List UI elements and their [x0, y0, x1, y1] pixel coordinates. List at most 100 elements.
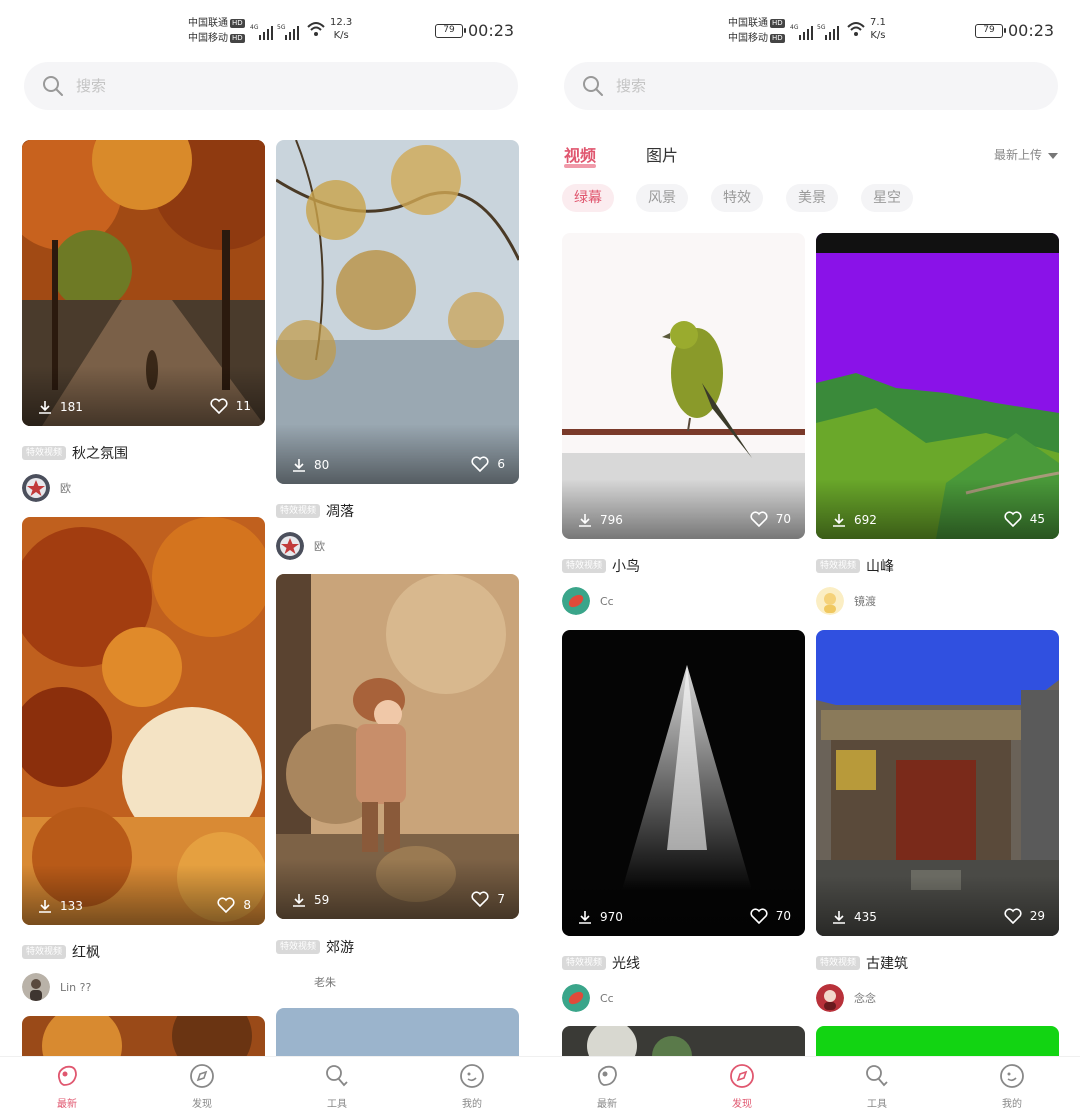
- avatar[interactable]: [562, 984, 590, 1012]
- signal-icon: 4G 5G: [250, 24, 299, 40]
- like-count-value: 8: [243, 898, 251, 912]
- nav-label: 工具: [327, 1099, 347, 1110]
- heart-icon[interactable]: [471, 891, 489, 907]
- heart-icon[interactable]: [750, 511, 768, 527]
- heart-icon[interactable]: [217, 897, 235, 913]
- hd-badge: HD: [770, 18, 785, 28]
- heart-icon[interactable]: [1004, 511, 1022, 527]
- card-title: 山峰: [866, 558, 895, 575]
- bean-icon: [597, 1065, 617, 1086]
- like-count[interactable]: 70: [750, 908, 791, 924]
- card-thumbnail[interactable]: 181 11: [22, 140, 265, 426]
- chip-beautiful-view[interactable]: 美景: [786, 184, 838, 212]
- like-count[interactable]: 29: [1004, 908, 1045, 924]
- heart-icon[interactable]: [210, 398, 228, 414]
- hd-badge: HD: [230, 18, 245, 28]
- thumbnail-shade: [562, 479, 805, 539]
- avatar[interactable]: [22, 973, 50, 1001]
- card-thumbnail[interactable]: 692 45: [816, 233, 1059, 539]
- avatar[interactable]: [816, 587, 844, 615]
- card-author[interactable]: 念念: [816, 984, 876, 1012]
- like-count[interactable]: 8: [217, 897, 251, 913]
- card-thumbnail[interactable]: 796 70: [562, 233, 805, 539]
- compass-icon: [190, 1064, 214, 1088]
- tools-icon: [326, 1065, 348, 1087]
- download-icon: [293, 894, 305, 907]
- nav-discover[interactable]: 发现: [162, 1063, 242, 1110]
- like-count[interactable]: 7: [471, 891, 505, 907]
- battery-icon: 79: [435, 24, 466, 38]
- sort-dropdown[interactable]: 最新上传: [994, 146, 1058, 163]
- like-count[interactable]: 11: [210, 398, 251, 414]
- tab-images[interactable]: 图片: [646, 142, 678, 166]
- card-thumbnail[interactable]: 435 29: [816, 630, 1059, 936]
- profile-icon: [1000, 1064, 1024, 1088]
- nav-tools[interactable]: 工具: [837, 1063, 917, 1110]
- card-thumbnail[interactable]: 80 6: [276, 140, 519, 484]
- nav-latest[interactable]: 最新: [27, 1063, 107, 1110]
- download-count-value: 435: [854, 910, 877, 924]
- status-bar: 中国联通 HD 中国移动 HD 4G 5G 12.3 K/s 79 00:23: [0, 14, 540, 50]
- nav-tools[interactable]: 工具: [297, 1063, 377, 1110]
- carrier-info: 中国联通 HD 中国移动 HD: [188, 16, 245, 46]
- card-thumbnail[interactable]: 59 7: [276, 574, 519, 919]
- card-title: 红枫: [72, 944, 101, 961]
- tab-video[interactable]: 视频: [564, 142, 596, 168]
- heart-icon[interactable]: [750, 908, 768, 924]
- card-author[interactable]: Lin ??: [22, 973, 91, 1001]
- thumbnail-shade: [22, 865, 265, 925]
- nav-latest[interactable]: 最新: [567, 1063, 647, 1110]
- avatar[interactable]: [22, 474, 50, 502]
- hd-badge: HD: [230, 33, 245, 43]
- avatar[interactable]: [276, 968, 304, 996]
- download-icon: [579, 911, 591, 924]
- thumbnail-shade: [22, 366, 265, 426]
- card-author[interactable]: 欧: [276, 532, 325, 560]
- heart-icon[interactable]: [471, 456, 489, 472]
- search-bar[interactable]: [24, 62, 518, 110]
- bottom-navigation: 最新 发现 工具 我的: [0, 1056, 540, 1114]
- search-input[interactable]: [616, 74, 1016, 98]
- thumbnail-shade: [276, 859, 519, 919]
- card-badge: 特效视频: [22, 445, 67, 460]
- wifi-icon: [847, 22, 865, 36]
- heart-icon[interactable]: [1004, 908, 1022, 924]
- chevron-down-icon: [1048, 152, 1058, 159]
- download-icon: [39, 900, 51, 913]
- avatar[interactable]: [562, 587, 590, 615]
- chip-green-screen[interactable]: 绿幕: [562, 184, 614, 212]
- network-speed-unit: K/s: [333, 30, 349, 41]
- nav-discover[interactable]: 发现: [702, 1063, 782, 1110]
- card-badge: 特效视频: [816, 955, 861, 970]
- card-meta: 特效视频 光线 Cc: [562, 952, 805, 1012]
- card-author[interactable]: 老朱: [276, 968, 336, 996]
- phone-screen-latest: 中国联通HD 中国移动HD 4G 5G 12.3 K/s 79 00:23: [0, 0, 540, 1114]
- chip-scenery[interactable]: 风景: [636, 184, 688, 212]
- author-name: 老朱: [314, 976, 336, 989]
- author-name: Lin ??: [60, 980, 92, 994]
- card-badge: 特效视频: [816, 558, 861, 573]
- card-author[interactable]: Cc: [562, 587, 614, 615]
- net-type-2-label: 5G: [277, 24, 286, 31]
- signal-icon: 4G 5G: [790, 24, 839, 40]
- avatar[interactable]: [816, 984, 844, 1012]
- carrier-1: 中国联通: [188, 18, 228, 29]
- chip-starry-sky[interactable]: 星空: [861, 184, 913, 212]
- avatar[interactable]: [276, 532, 304, 560]
- search-input[interactable]: [76, 74, 476, 98]
- sort-label: 最新上传: [993, 148, 1042, 162]
- card-author[interactable]: Cc: [562, 984, 614, 1012]
- search-bar[interactable]: [564, 62, 1058, 110]
- card-thumbnail[interactable]: 970 70: [562, 630, 805, 936]
- nav-profile[interactable]: 我的: [432, 1063, 512, 1110]
- nav-profile[interactable]: 我的: [972, 1063, 1052, 1110]
- like-count[interactable]: 70: [750, 511, 791, 527]
- chip-effects[interactable]: 特效: [711, 184, 763, 212]
- search-icon: [43, 76, 63, 96]
- card-author[interactable]: 镜渡: [816, 587, 876, 615]
- card-title: 凋落: [326, 503, 355, 520]
- like-count[interactable]: 45: [1004, 511, 1045, 527]
- card-thumbnail[interactable]: 133 8: [22, 517, 265, 925]
- like-count[interactable]: 6: [471, 456, 505, 472]
- card-author[interactable]: 欧: [22, 474, 71, 502]
